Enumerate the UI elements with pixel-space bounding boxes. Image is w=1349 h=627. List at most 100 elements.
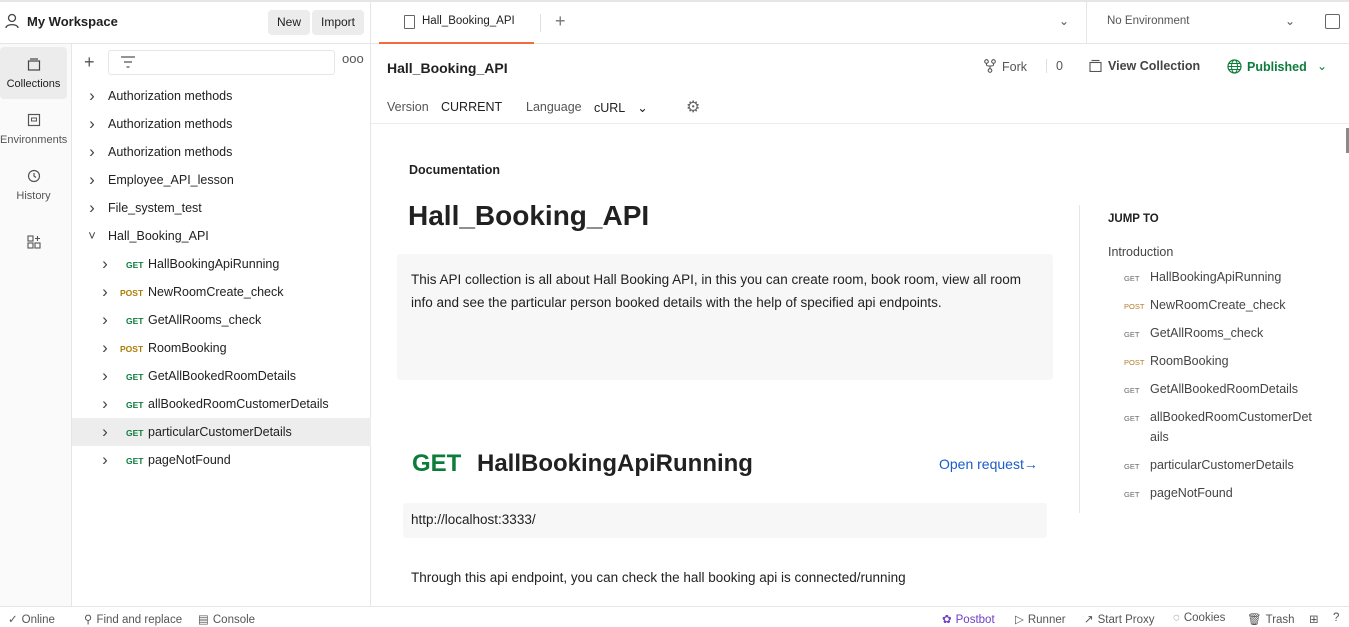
user-icon [5, 13, 19, 29]
collection-item[interactable]: › Authorization methods [72, 138, 371, 166]
method-badge: POST [1124, 302, 1145, 311]
method-badge: GET [1124, 462, 1140, 471]
jump-to-item-label: NewRoomCreate_check [1150, 298, 1286, 312]
request-item[interactable]: › GET allBookedRoomCustomerDetails [72, 390, 371, 418]
request-name: HallBookingApiRunning [477, 450, 753, 477]
request-item[interactable]: › GET particularCustomerDetails [72, 418, 371, 446]
new-button[interactable]: New [268, 10, 311, 35]
published-button[interactable]: Published [1227, 59, 1307, 74]
trash-icon: 🗑︎ [1247, 614, 1262, 626]
rail-apps[interactable] [0, 225, 67, 277]
jump-to-item[interactable]: GET allBookedRoomCustomerDetails [1124, 407, 1320, 447]
help-icon[interactable]: ? [1333, 612, 1339, 624]
chevron-right-icon[interactable]: › [99, 334, 111, 362]
tree-item-label: allBookedRoomCustomerDetails [148, 397, 329, 411]
chevron-right-icon[interactable]: › [86, 194, 98, 222]
runner-button[interactable]: ▷ Runner [1015, 612, 1066, 626]
method-badge: POST [120, 288, 144, 298]
tree-item-label: Authorization methods [108, 145, 233, 159]
chevron-right-icon[interactable]: › [99, 362, 111, 390]
rail-collections[interactable]: Collections [0, 47, 67, 99]
collection-header: Hall_Booking_API Fork 0 View Collection … [371, 44, 1349, 124]
jump-to-item[interactable]: GET particularCustomerDetails [1124, 455, 1320, 477]
tabs-dropdown-chevron-icon[interactable]: ⌄ [1059, 14, 1069, 28]
workspace-title[interactable]: My Workspace [27, 14, 118, 29]
tree-item-label: particularCustomerDetails [148, 425, 292, 439]
rail-environments[interactable]: Environments [0, 103, 67, 155]
tab-separator [540, 14, 541, 32]
collection-item[interactable]: ˅ Hall_Booking_API [72, 222, 371, 250]
chevron-right-icon[interactable]: › [86, 166, 98, 194]
chevron-right-icon[interactable]: › [86, 82, 98, 110]
filter-input[interactable] [108, 50, 335, 75]
collection-item[interactable]: › Employee_API_lesson [72, 166, 371, 194]
chevron-right-icon[interactable]: › [99, 390, 111, 418]
view-collection-button[interactable]: View Collection [1089, 59, 1200, 73]
version-value[interactable]: CURRENT [441, 100, 502, 114]
chevron-right-icon[interactable]: › [99, 446, 111, 474]
collection-item[interactable]: › File_system_test [72, 194, 371, 222]
postbot-button[interactable]: ✿ Postbot [942, 612, 995, 626]
collection-item[interactable]: › Authorization methods [72, 82, 371, 110]
console-button[interactable]: ▤ Console [198, 612, 255, 626]
postbot-label: Postbot [955, 614, 995, 626]
tab-hall-booking-api[interactable]: Hall_Booking_API [379, 2, 534, 44]
chevron-right-icon[interactable]: › [86, 110, 98, 138]
method-badge: GET [126, 428, 144, 438]
jump-to-introduction[interactable]: Introduction [1108, 245, 1173, 259]
jump-to-item-label: GetAllBookedRoomDetails [1150, 382, 1298, 396]
rail-history[interactable]: History [0, 159, 67, 211]
language-label: Language [526, 100, 582, 114]
jump-to-item-label: GetAllRooms_check [1150, 326, 1264, 340]
chevron-right-icon[interactable]: › [99, 278, 111, 306]
jump-to-item[interactable]: GET pageNotFound [1124, 483, 1320, 505]
method-badge: POST [1124, 358, 1145, 367]
request-item[interactable]: › POST RoomBooking [72, 334, 371, 362]
language-select[interactable]: cURL ⌄ [594, 100, 648, 115]
published-chevron-icon[interactable]: ⌄ [1317, 59, 1327, 73]
tree-item-label: GetAllRooms_check [148, 313, 262, 327]
method-badge: POST [120, 344, 144, 354]
jump-to-item[interactable]: POST RoomBooking [1124, 351, 1320, 373]
jump-to-item-label: HallBookingApiRunning [1150, 270, 1282, 284]
jump-to-item[interactable]: POST NewRoomCreate_check [1124, 295, 1320, 317]
request-item[interactable]: › GET pageNotFound [72, 446, 371, 474]
gear-icon[interactable]: ⚙ [686, 97, 700, 117]
request-item[interactable]: › GET GetAllBookedRoomDetails [72, 362, 371, 390]
jump-to-item[interactable]: GET GetAllBookedRoomDetails [1124, 379, 1320, 401]
add-collection-icon[interactable]: + [84, 52, 95, 72]
jump-to-item-label: allBookedRoomCustomerDetails [1150, 410, 1312, 444]
new-tab-icon[interactable]: + [555, 11, 566, 32]
jump-to-item[interactable]: GET GetAllRooms_check [1124, 323, 1320, 345]
request-item[interactable]: › POST NewRoomCreate_check [72, 278, 371, 306]
rail-collections-label: Collections [6, 78, 61, 90]
find-replace-button[interactable]: ⚲ Find and replace [84, 612, 182, 626]
more-options-icon[interactable]: ooo [342, 51, 364, 66]
trash-button[interactable]: 🗑︎ Trash [1247, 612, 1295, 626]
import-button[interactable]: Import [312, 10, 365, 35]
request-method: GET [412, 450, 462, 477]
layout-icon[interactable]: ⊞ [1309, 612, 1319, 626]
online-status[interactable]: ✓︎ Online [8, 612, 55, 626]
trash-label: Trash [1265, 614, 1295, 626]
chevron-down-icon[interactable]: ˅ [86, 222, 98, 250]
jump-to-item-label: pageNotFound [1150, 486, 1233, 500]
request-item[interactable]: › GET GetAllRooms_check [72, 306, 371, 334]
chevron-right-icon[interactable]: › [99, 250, 111, 278]
environment-selector[interactable]: No Environment ⌄ [1086, 2, 1349, 44]
request-item[interactable]: › GET HallBookingApiRunning [72, 250, 371, 278]
fork-button[interactable]: Fork [984, 59, 1027, 74]
open-request-link[interactable]: Open request→ [939, 456, 1038, 472]
environment-quick-look-icon[interactable] [1325, 14, 1340, 29]
cookies-button[interactable]: ◌ Cookies [1173, 612, 1225, 624]
collections-icon [0, 55, 67, 77]
chevron-right-icon[interactable]: › [99, 306, 111, 334]
jump-to-item[interactable]: GET HallBookingApiRunning [1124, 267, 1320, 289]
published-label: Published [1247, 60, 1307, 74]
collection-item[interactable]: › Authorization methods [72, 110, 371, 138]
chevron-right-icon[interactable]: › [86, 138, 98, 166]
chevron-right-icon[interactable]: › [99, 418, 111, 446]
console-icon: ▤ [198, 614, 209, 626]
tree-item-label: File_system_test [108, 201, 202, 215]
start-proxy-button[interactable]: ↗ Start Proxy [1084, 612, 1155, 626]
